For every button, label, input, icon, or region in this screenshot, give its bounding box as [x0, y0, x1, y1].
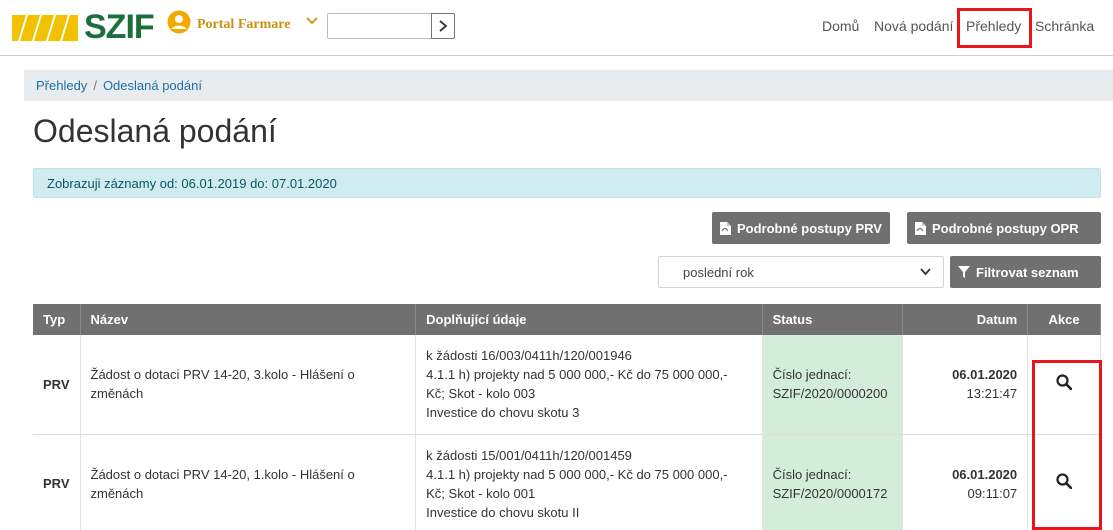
- cell-typ: PRV: [33, 335, 81, 435]
- date-value: 06.01.2020: [952, 466, 1018, 482]
- nav-link-schranka[interactable]: Schránka: [1035, 18, 1094, 34]
- detail-line: Investice do chovu skotu 3: [426, 405, 580, 421]
- page-title: Odeslaná podání: [33, 113, 277, 149]
- time-value: 13:21:47: [966, 386, 1018, 402]
- status-value: SZIF/2020/0000200: [772, 386, 888, 402]
- chevron-down-icon: [920, 268, 931, 276]
- prv-procedures-label: Podrobné postupy PRV: [737, 220, 882, 236]
- chevron-right-icon: [439, 20, 448, 32]
- col-header-datum: Datum: [902, 304, 1029, 335]
- cell-nazev: Žádost o dotaci PRV 14-20, 1.kolo - Hláš…: [80, 434, 417, 530]
- szif-logo-text[interactable]: SZIF: [84, 7, 155, 47]
- opr-procedures-label: Podrobné postupy OPR: [932, 220, 1079, 236]
- cell-datum: 06.01.2020 09:11:07: [902, 434, 1029, 530]
- breadcrumb-separator: /: [93, 78, 97, 93]
- submissions-table: Typ Název Doplňující údaje Status Datum …: [33, 304, 1101, 530]
- status-label: Číslo jednací:: [772, 466, 852, 482]
- opr-procedures-button[interactable]: Podrobné postupy OPR: [907, 212, 1101, 244]
- search-input[interactable]: [327, 13, 431, 39]
- cell-datum: 06.01.2020 13:21:47: [902, 335, 1029, 435]
- detail-line: k žádosti 15/001/0411h/120/001459: [426, 447, 632, 463]
- top-header: SZIF Portal Farmare Domů Nová podání Pře…: [0, 0, 1113, 56]
- cell-doplnujici: k žádosti 16/003/0411h/120/001946 4.1.1 …: [415, 335, 763, 435]
- breadcrumb-link-prehledy[interactable]: Přehledy: [36, 78, 87, 93]
- pdf-file-icon: [915, 221, 926, 235]
- date-range-text: Zobrazuji záznamy od: 06.01.2019 do: 07.…: [47, 175, 337, 191]
- status-label: Číslo jednací:: [772, 367, 852, 383]
- detail-line: Investice do chovu skotu II: [426, 504, 580, 520]
- search-submit-button[interactable]: [431, 13, 455, 39]
- filter-list-button[interactable]: Filtrovat seznam: [950, 256, 1101, 288]
- col-header-status: Status: [762, 304, 903, 335]
- detail-line: 4.1.1 h) projekty nad 5 000 000,- Kč do …: [426, 367, 728, 383]
- col-header-doplnujici: Doplňující údaje: [415, 304, 763, 335]
- cell-nazev: Žádost o dotaci PRV 14-20, 3.kolo - Hláš…: [80, 335, 417, 435]
- cell-doplnujici: k žádosti 15/001/0411h/120/001459 4.1.1 …: [415, 434, 763, 530]
- cell-status: Číslo jednací: SZIF/2020/0000200: [762, 335, 903, 435]
- period-select[interactable]: poslední rok: [658, 256, 944, 288]
- detail-line: 4.1.1 h) projekty nad 5 000 000,- Kč do …: [426, 466, 728, 482]
- cell-status: Číslo jednací: SZIF/2020/0000172: [762, 434, 903, 530]
- table-row: PRV Žádost o dotaci PRV 14-20, 3.kolo - …: [33, 335, 1101, 435]
- date-range-info: Zobrazuji záznamy od: 06.01.2019 do: 07.…: [33, 168, 1101, 198]
- chevron-down-icon[interactable]: [306, 16, 318, 26]
- col-header-akce: Akce: [1027, 304, 1101, 335]
- nav-link-domu[interactable]: Domů: [822, 18, 859, 34]
- breadcrumb: Přehledy / Odeslaná podání: [24, 70, 1113, 101]
- breadcrumb-current: Odeslaná podání: [102, 78, 202, 93]
- time-value: 09:11:07: [967, 485, 1018, 501]
- detail-line: k žádosti 16/003/0411h/120/001946: [426, 348, 632, 364]
- filter-icon: [958, 266, 970, 278]
- detail-line: Kč; Skot - kolo 001: [426, 485, 536, 501]
- szif-logo-icon[interactable]: [12, 13, 78, 43]
- cell-typ: PRV: [33, 434, 81, 530]
- date-value: 06.01.2020: [952, 367, 1018, 383]
- highlight-box: [1032, 360, 1102, 530]
- highlight-box: [957, 8, 1032, 48]
- portal-menu-label[interactable]: Portal Farmare: [197, 17, 290, 33]
- col-header-nazev: Název: [80, 304, 417, 335]
- prv-procedures-button[interactable]: Podrobné postupy PRV: [712, 212, 890, 244]
- period-select-value: poslední rok: [683, 265, 754, 280]
- user-icon[interactable]: [167, 10, 191, 34]
- nav-link-nova-podani[interactable]: Nová podání: [874, 18, 953, 34]
- table-row: PRV Žádost o dotaci PRV 14-20, 1.kolo - …: [33, 434, 1101, 530]
- filter-list-label: Filtrovat seznam: [976, 264, 1079, 280]
- detail-line: Kč; Skot - kolo 003: [426, 386, 536, 402]
- col-header-typ: Typ: [33, 304, 81, 335]
- status-value: SZIF/2020/0000172: [772, 485, 888, 501]
- pdf-file-icon: [720, 221, 731, 235]
- table-header-row: Typ Název Doplňující údaje Status Datum …: [33, 304, 1101, 335]
